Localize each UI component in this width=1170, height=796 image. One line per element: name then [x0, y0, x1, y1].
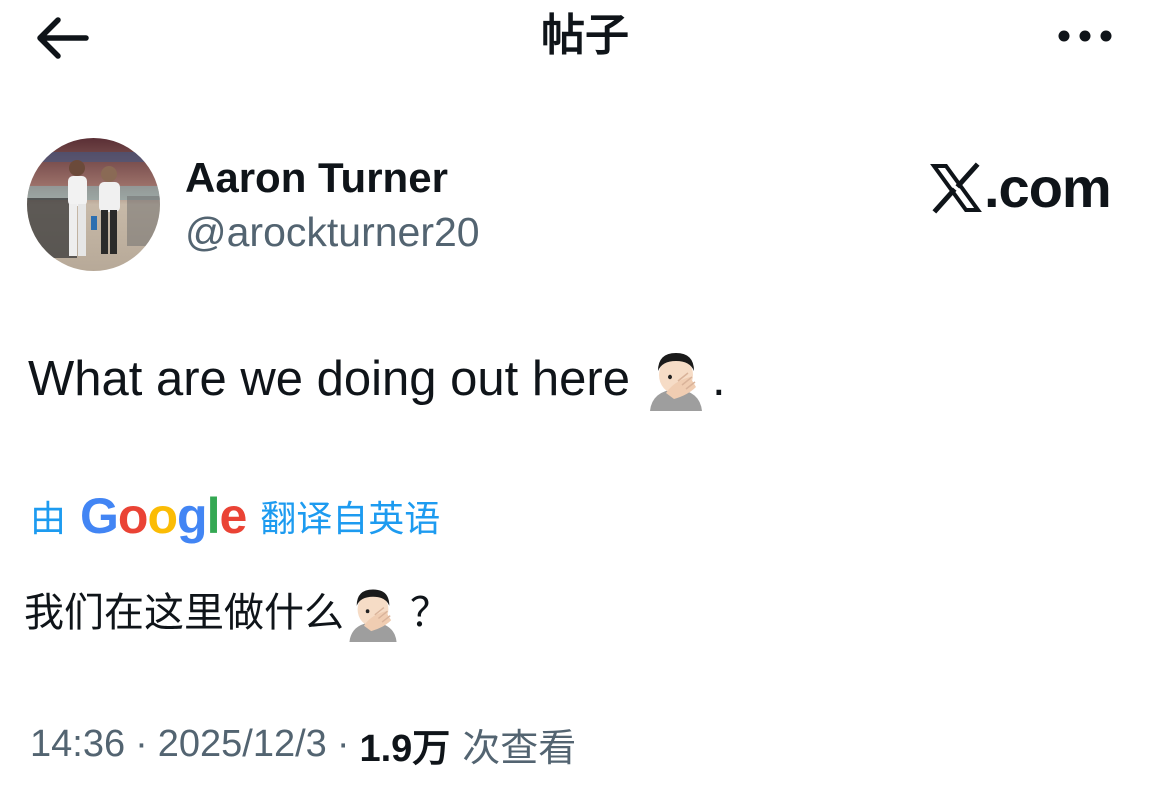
x-com-watermark: .com — [930, 156, 1112, 219]
tweet-date[interactable]: 2025/12/3 — [158, 723, 327, 766]
tweet-time[interactable]: 14:36 — [30, 723, 125, 766]
more-horizontal-icon — [1058, 30, 1112, 42]
google-logo: Google — [80, 488, 247, 544]
brand-text: .com — [984, 156, 1112, 219]
translated-text-content: 我们在这里做什么 — [24, 590, 344, 636]
tweet-text-content: What are we doing out here — [28, 352, 630, 406]
tweet-text: What are we doing out here . — [28, 346, 726, 412]
page-title: 帖子 — [541, 10, 629, 61]
top-bar: 帖子 — [0, 0, 1170, 80]
translation-suffix: 翻译自英语 — [260, 499, 441, 540]
author-display-name[interactable]: Aaron Turner — [185, 152, 448, 204]
author-handle[interactable]: @arockturner20 — [185, 206, 480, 258]
translated-text-trailing: ？ — [410, 590, 450, 636]
avatar[interactable] — [27, 138, 160, 271]
translated-text: 我们在这里做什么 ？ — [24, 582, 450, 644]
meta-separator: · — [135, 722, 148, 765]
x-logo-icon — [930, 162, 982, 214]
meta-separator: · — [336, 722, 350, 765]
translation-attribution[interactable]: 由 Google 翻译自英语 — [30, 488, 440, 544]
facepalm-emoji-icon — [644, 347, 708, 411]
tweet-meta: 14:36 · 2025/12/3 · 1.9万 次查看 — [30, 716, 576, 772]
more-options-button[interactable] — [1050, 14, 1120, 58]
tweet-text-trailing: . — [711, 352, 726, 406]
facepalm-emoji-icon — [344, 584, 402, 642]
views-label: 次查看 — [462, 725, 577, 770]
views-count[interactable]: 1.9万 — [359, 717, 450, 772]
translation-prefix: 由 — [30, 499, 67, 540]
profile-photo — [27, 138, 160, 271]
